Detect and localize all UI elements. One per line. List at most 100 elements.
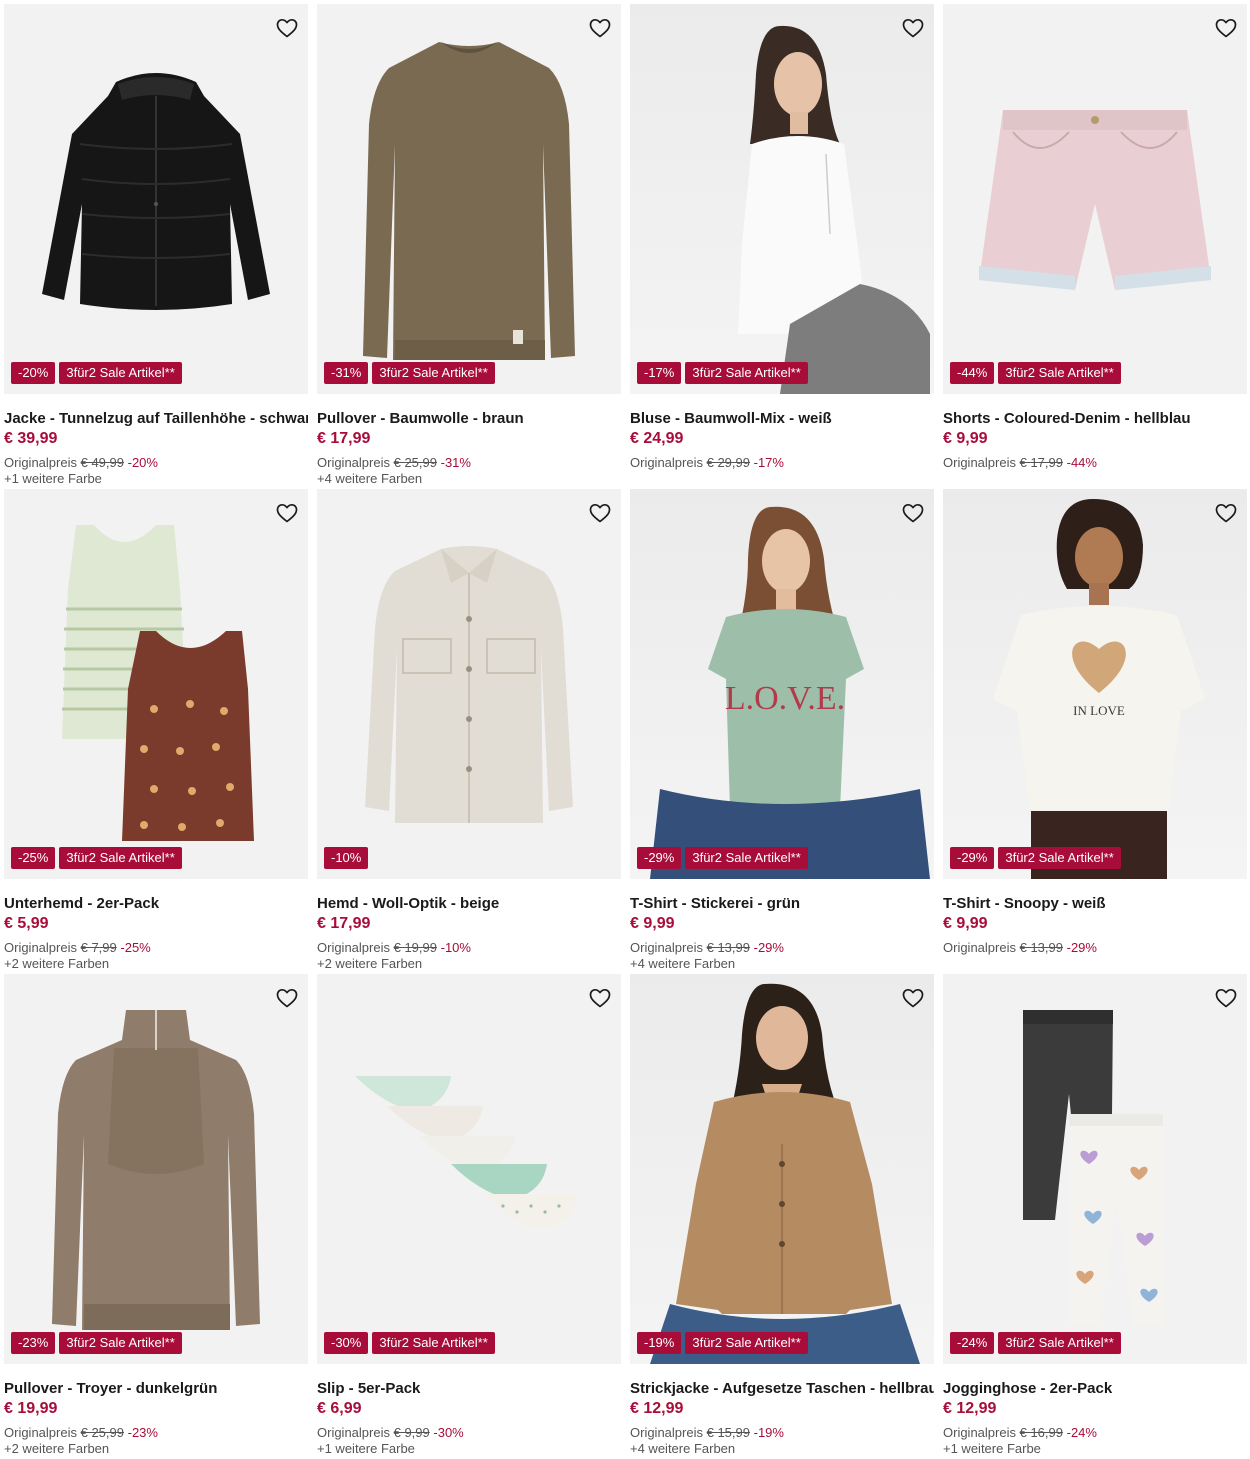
badge-group: -20% 3für2 Sale Artikel** xyxy=(11,362,182,384)
promo-badge: 3für2 Sale Artikel** xyxy=(998,362,1121,384)
discount-percent: -31% xyxy=(440,455,471,470)
discount-percent: -30% xyxy=(433,1425,464,1440)
wishlist-heart-icon[interactable] xyxy=(900,15,926,41)
original-price-label: Originalpreis xyxy=(943,455,1016,470)
wishlist-heart-icon[interactable] xyxy=(1213,500,1239,526)
product-card[interactable]: -31% 3für2 Sale Artikel** Pullover - Bau… xyxy=(317,4,621,489)
wishlist-heart-icon[interactable] xyxy=(1213,15,1239,41)
product-title[interactable]: Strickjacke - Aufgesetze Taschen - hellb… xyxy=(630,1380,934,1398)
more-colors[interactable]: +4 weitere Farben xyxy=(630,956,934,972)
product-card[interactable]: -10% Hemd - Woll-Optik - beige € 17,99 O… xyxy=(317,489,621,974)
product-image[interactable]: -44% 3für2 Sale Artikel** xyxy=(943,4,1247,394)
discount-badge: -24% xyxy=(950,1332,995,1354)
product-title[interactable]: Bluse - Baumwoll-Mix - weiß xyxy=(630,410,934,428)
product-title[interactable]: Jogginghose - 2er-Pack xyxy=(943,1380,1247,1398)
product-card[interactable]: -25% 3für2 Sale Artikel** Unterhemd - 2e… xyxy=(4,489,308,974)
product-title[interactable]: Jacke - Tunnelzug auf Taillenhöhe - schw… xyxy=(4,410,308,428)
wishlist-heart-icon[interactable] xyxy=(587,985,613,1011)
wishlist-heart-icon[interactable] xyxy=(587,15,613,41)
product-title[interactable]: Unterhemd - 2er-Pack xyxy=(4,895,308,913)
more-colors[interactable]: +2 weitere Farben xyxy=(4,956,308,972)
puffer-jacket-image xyxy=(42,73,270,310)
original-price-label: Originalpreis xyxy=(630,1425,703,1440)
product-price: € 12,99 xyxy=(630,1400,684,1417)
product-title[interactable]: T-Shirt - Stickerei - grün xyxy=(630,895,934,913)
more-colors[interactable]: +1 weitere Farbe xyxy=(4,471,308,487)
product-image[interactable]: -17% 3für2 Sale Artikel** xyxy=(630,4,934,394)
product-card[interactable]: L.O.V.E. -29% 3für2 Sale Artikel** T-Shi… xyxy=(630,489,934,974)
wishlist-heart-icon[interactable] xyxy=(900,985,926,1011)
more-colors[interactable]: +4 weitere Farben xyxy=(317,471,621,487)
original-price-label: Originalpreis xyxy=(4,455,77,470)
product-title[interactable]: Pullover - Troyer - dunkelgrün xyxy=(4,1380,308,1398)
wishlist-heart-icon[interactable] xyxy=(1213,985,1239,1011)
original-price: € 7,99 xyxy=(80,940,117,955)
product-image[interactable]: -30% 3für2 Sale Artikel** xyxy=(317,974,621,1364)
product-image[interactable]: -25% 3für2 Sale Artikel** xyxy=(4,489,308,879)
product-card[interactable]: -30% 3für2 Sale Artikel** Slip - 5er-Pac… xyxy=(317,974,621,1459)
discount-badge: -29% xyxy=(950,847,995,869)
original-price: € 29,99 xyxy=(706,455,750,470)
product-image[interactable]: -24% 3für2 Sale Artikel** xyxy=(943,974,1247,1364)
original-price-line: Originalpreis € 9,99 -30% xyxy=(317,1425,621,1441)
sweater-image xyxy=(363,42,575,360)
model-blouse-image xyxy=(738,25,930,394)
product-title[interactable]: Pullover - Baumwolle - braun xyxy=(317,410,621,428)
badge-group: -44% 3für2 Sale Artikel** xyxy=(950,362,1121,384)
tank-tops-image xyxy=(62,525,254,841)
original-price: € 13,99 xyxy=(1019,940,1063,955)
product-image[interactable]: -10% xyxy=(317,489,621,879)
product-price: € 5,99 xyxy=(4,915,49,932)
wishlist-heart-icon[interactable] xyxy=(274,15,300,41)
badge-group: -31% 3für2 Sale Artikel** xyxy=(324,362,495,384)
more-colors[interactable]: +1 weitere Farbe xyxy=(317,1441,621,1457)
product-title[interactable]: Shorts - Coloured-Denim - hellblau xyxy=(943,410,1247,428)
wishlist-heart-icon[interactable] xyxy=(274,500,300,526)
original-price: € 15,99 xyxy=(706,1425,750,1440)
discount-percent: -29% xyxy=(753,940,784,955)
model-cardigan-image xyxy=(650,983,920,1364)
discount-badge: -23% xyxy=(11,1332,56,1354)
product-image[interactable]: IN LOVE -29% 3für2 Sale Artikel** xyxy=(943,489,1247,879)
wishlist-heart-icon[interactable] xyxy=(587,500,613,526)
product-card[interactable]: -23% 3für2 Sale Artikel** Pullover - Tro… xyxy=(4,974,308,1459)
product-card[interactable]: -24% 3für2 Sale Artikel** Jogginghose - … xyxy=(943,974,1247,1459)
original-price-label: Originalpreis xyxy=(317,1425,390,1440)
original-price: € 13,99 xyxy=(706,940,750,955)
product-title[interactable]: Slip - 5er-Pack xyxy=(317,1380,621,1398)
original-price-line: Originalpreis € 25,99 -23% xyxy=(4,1425,308,1441)
product-card[interactable]: -20% 3für2 Sale Artikel** Jacke - Tunnel… xyxy=(4,4,308,489)
promo-badge: 3für2 Sale Artikel** xyxy=(685,847,808,869)
discount-badge: -44% xyxy=(950,362,995,384)
original-price: € 25,99 xyxy=(393,455,437,470)
product-price: € 9,99 xyxy=(943,915,988,932)
troyer-sweater-image xyxy=(52,1010,260,1330)
original-price-label: Originalpreis xyxy=(630,455,703,470)
product-card[interactable]: -19% 3für2 Sale Artikel** Strickjacke - … xyxy=(630,974,934,1459)
discount-percent: -10% xyxy=(440,940,471,955)
wishlist-heart-icon[interactable] xyxy=(900,500,926,526)
product-price: € 9,99 xyxy=(943,430,988,447)
more-colors[interactable]: +1 weitere Farbe xyxy=(943,1441,1247,1457)
original-price-line: Originalpreis € 29,99 -17% xyxy=(630,455,934,471)
promo-badge: 3für2 Sale Artikel** xyxy=(372,362,495,384)
discount-percent: -17% xyxy=(753,455,784,470)
product-title[interactable]: Hemd - Woll-Optik - beige xyxy=(317,895,621,913)
more-colors[interactable]: +2 weitere Farben xyxy=(4,1441,308,1457)
product-image[interactable]: -20% 3für2 Sale Artikel** xyxy=(4,4,308,394)
product-card[interactable]: -17% 3für2 Sale Artikel** Bluse - Baumwo… xyxy=(630,4,934,489)
product-image[interactable]: -31% 3für2 Sale Artikel** xyxy=(317,4,621,394)
product-image[interactable]: -19% 3für2 Sale Artikel** xyxy=(630,974,934,1364)
product-card[interactable]: IN LOVE -29% 3für2 Sale Artikel** T-Shir… xyxy=(943,489,1247,974)
product-card[interactable]: -44% 3für2 Sale Artikel** Shorts - Colou… xyxy=(943,4,1247,489)
discount-badge: -20% xyxy=(11,362,56,384)
product-title[interactable]: T-Shirt - Snoopy - weiß xyxy=(943,895,1247,913)
wishlist-heart-icon[interactable] xyxy=(274,985,300,1011)
product-price: € 19,99 xyxy=(4,1400,58,1417)
original-price-line: Originalpreis € 7,99 -25% xyxy=(4,940,308,956)
product-image[interactable]: -23% 3für2 Sale Artikel** xyxy=(4,974,308,1364)
product-price: € 39,99 xyxy=(4,430,58,447)
more-colors[interactable]: +4 weitere Farben xyxy=(630,1441,934,1457)
more-colors[interactable]: +2 weitere Farben xyxy=(317,956,621,972)
product-image[interactable]: L.O.V.E. -29% 3für2 Sale Artikel** xyxy=(630,489,934,879)
